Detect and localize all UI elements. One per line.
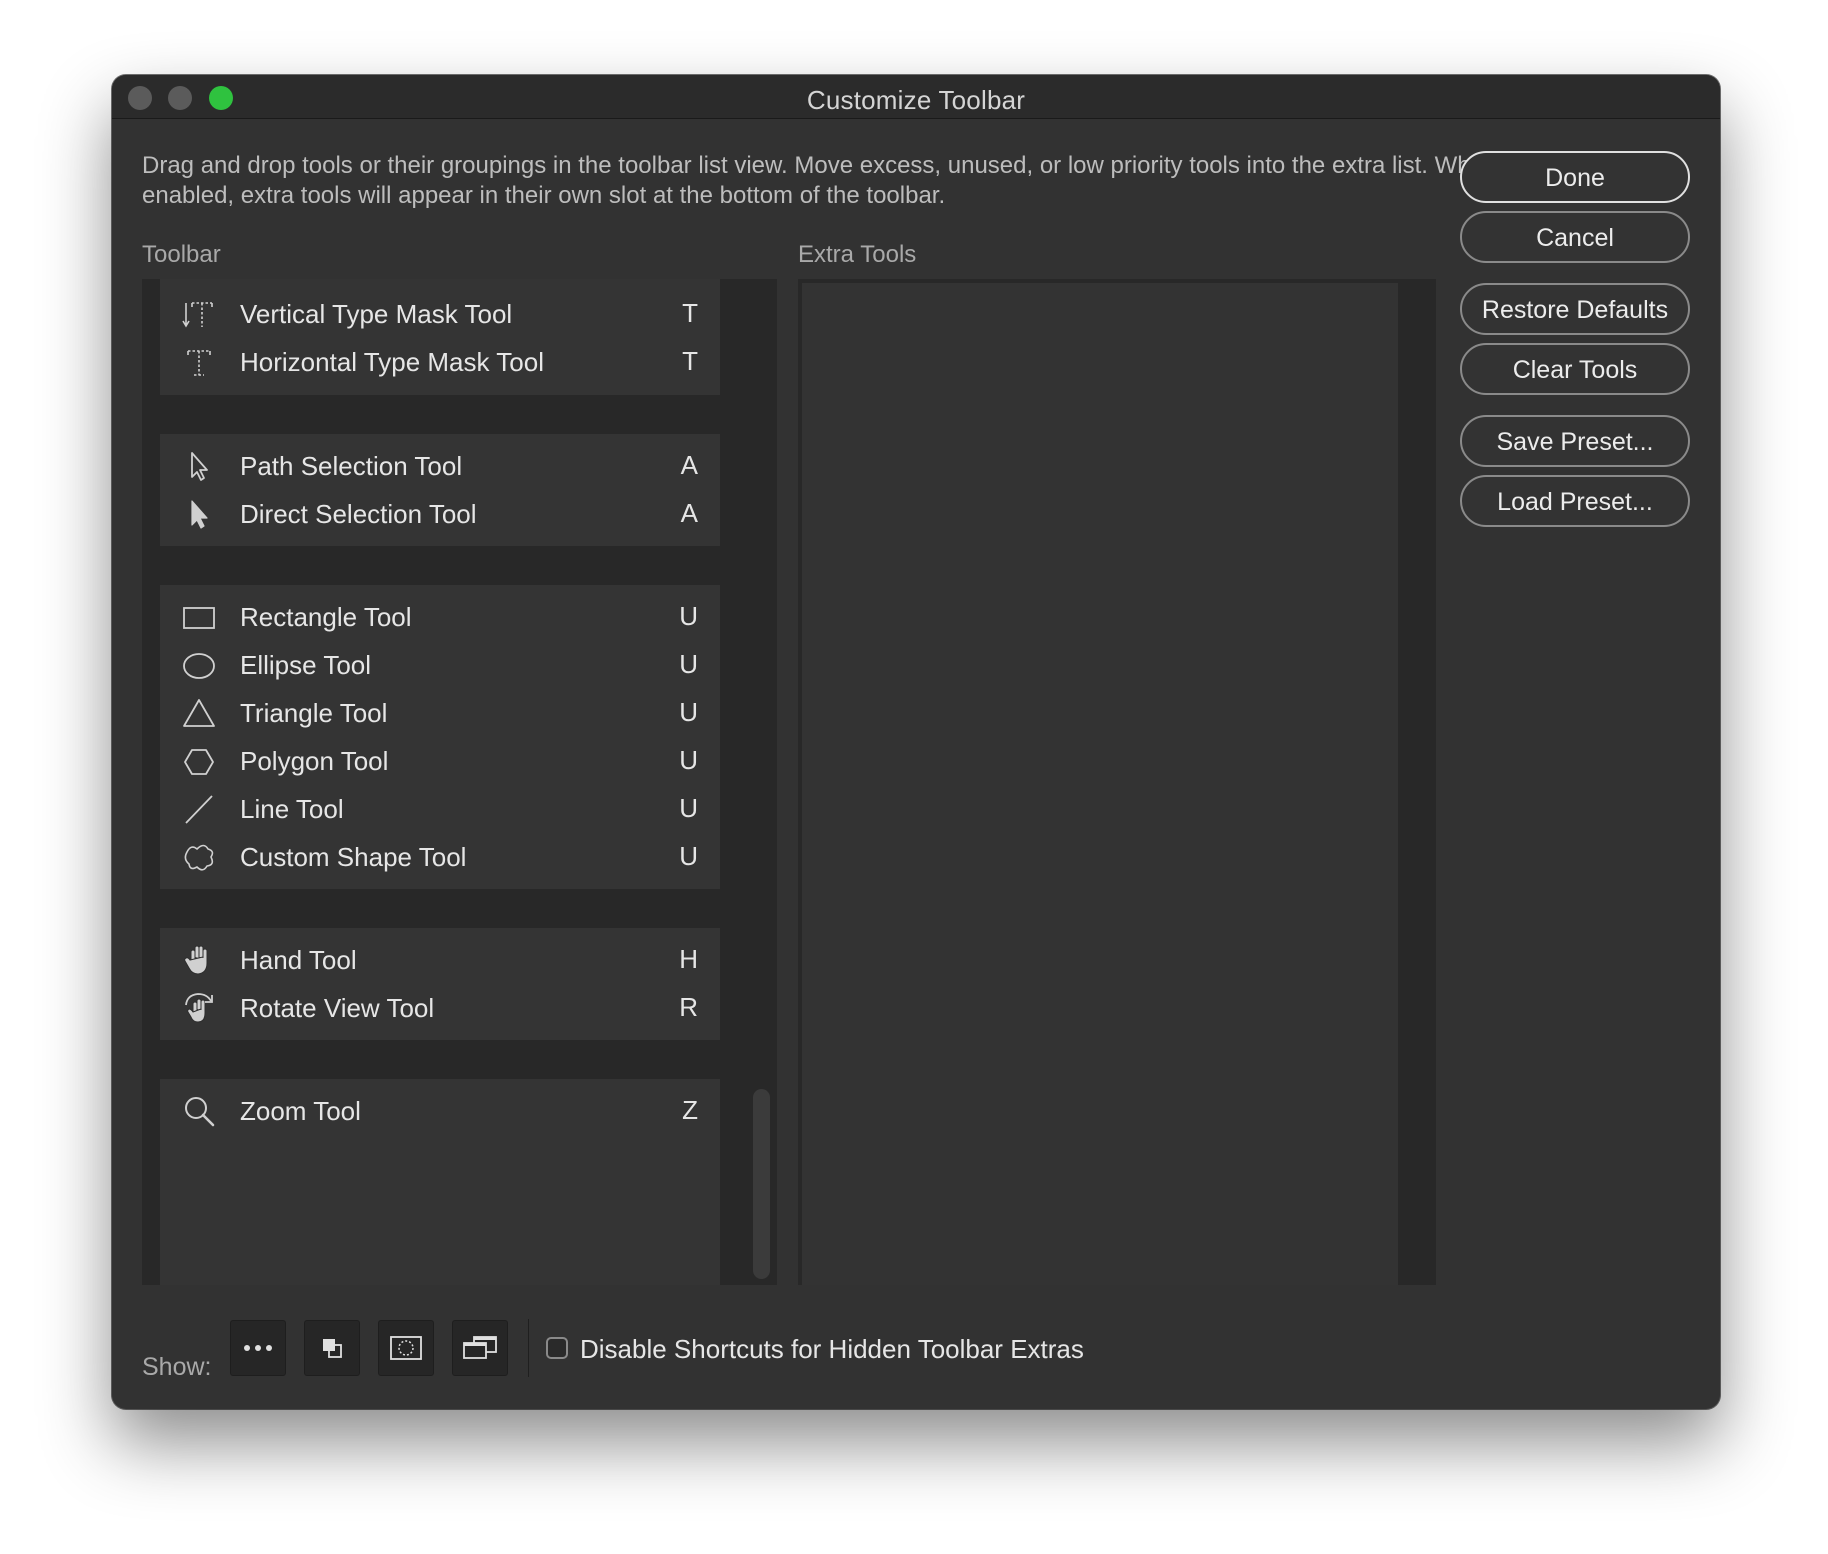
more-options-icon (244, 1345, 272, 1351)
tool-shortcut: A (680, 498, 698, 528)
load-preset-button[interactable]: Load Preset... (1460, 475, 1690, 527)
tool-row-rotate-view[interactable]: Rotate View Tool R (160, 979, 720, 1035)
tool-row-custom-shape[interactable]: Custom Shape Tool U (160, 828, 720, 884)
tool-name: Line Tool (240, 794, 344, 824)
line-icon (182, 792, 216, 826)
tool-shortcut: U (679, 841, 698, 871)
instructions-text: Drag and drop tools or their groupings i… (142, 152, 1498, 209)
tool-name: Triangle Tool (240, 698, 388, 728)
save-preset-button[interactable]: Save Preset... (1460, 415, 1690, 467)
rectangle-icon (182, 600, 216, 634)
tool-name: Ellipse Tool (240, 650, 372, 680)
quick-mask-toggle[interactable] (378, 1320, 434, 1376)
disable-shortcuts-checkbox[interactable] (546, 1337, 568, 1359)
toolbar-list-scrollbar[interactable] (753, 1089, 770, 1279)
tool-group-type-mask[interactable]: Vertical Type Mask Tool T Horizontal Typ… (160, 279, 720, 395)
tool-name: Rectangle Tool (240, 602, 412, 632)
tool-name: Horizontal Type Mask Tool (240, 347, 544, 377)
triangle-icon (182, 696, 216, 730)
tool-shortcut: T (682, 298, 698, 328)
tool-row-zoom[interactable]: Zoom Tool Z (160, 1082, 720, 1138)
tool-group-zoom[interactable]: Zoom Tool Z (160, 1079, 720, 1285)
tool-shortcut: T (682, 346, 698, 376)
tool-name: Vertical Type Mask Tool (240, 299, 513, 329)
tool-shortcut: H (679, 944, 698, 974)
tool-group-hand[interactable]: Hand Tool H Rotate View Tool R (160, 928, 720, 1040)
tool-group-path-selection[interactable]: Path Selection Tool A Direct Selection T… (160, 434, 720, 546)
customize-toolbar-dialog: Customize Toolbar Drag and drop tools or… (112, 75, 1720, 1409)
disable-shortcuts-label[interactable]: Disable Shortcuts for Hidden Toolbar Ext… (580, 1334, 1084, 1365)
screen-mode-toggle[interactable] (452, 1320, 508, 1376)
tool-shortcut: U (679, 745, 698, 775)
tool-name: Polygon Tool (240, 746, 389, 776)
clear-tools-button[interactable]: Clear Tools (1460, 343, 1690, 395)
tool-name: Zoom Tool (240, 1096, 361, 1126)
custom-shape-icon (182, 840, 216, 874)
cancel-button[interactable]: Cancel (1460, 211, 1690, 263)
quick-mask-icon (390, 1336, 422, 1360)
vertical-type-mask-icon (182, 297, 216, 331)
hand-icon (182, 943, 216, 977)
extra-tools-drop-area[interactable] (802, 283, 1398, 1285)
tool-name: Path Selection Tool (240, 451, 463, 481)
tool-shortcut: U (679, 649, 698, 679)
horizontal-type-mask-icon (182, 345, 216, 379)
foreground-background-toggle[interactable] (304, 1320, 360, 1376)
toolbar-column-label: Toolbar (142, 241, 221, 268)
title-bar: Customize Toolbar (112, 75, 1720, 119)
foreground-background-icon (323, 1339, 342, 1358)
window-title: Customize Toolbar (806, 85, 1026, 115)
zoom-icon (182, 1094, 216, 1128)
tool-shortcut: Z (682, 1095, 698, 1125)
ellipse-icon (182, 648, 216, 682)
tool-name: Direct Selection Tool (240, 499, 477, 529)
tool-shortcut: U (679, 601, 698, 631)
screen-mode-icon (463, 1336, 497, 1359)
rotate-view-icon (182, 991, 216, 1025)
toolbar-list[interactable]: Vertical Type Mask Tool T Horizontal Typ… (142, 279, 777, 1285)
footer-divider (528, 1319, 529, 1377)
tool-shortcut: A (680, 450, 698, 480)
tool-name: Custom Shape Tool (240, 842, 467, 872)
tool-row-direct-selection[interactable]: Direct Selection Tool A (160, 485, 720, 541)
extra-tools-column-label: Extra Tools (798, 241, 917, 268)
polygon-icon (182, 744, 216, 778)
direct-selection-icon (182, 497, 216, 531)
tool-name: Rotate View Tool (240, 993, 435, 1023)
tool-name: Hand Tool (240, 945, 357, 975)
tool-row-horizontal-type-mask[interactable]: Horizontal Type Mask Tool T (160, 333, 720, 389)
tool-shortcut: U (679, 697, 698, 727)
restore-defaults-button[interactable]: Restore Defaults (1460, 283, 1690, 335)
tool-group-shapes[interactable]: Rectangle Tool U Ellipse Tool U Triangle… (160, 585, 720, 889)
done-button[interactable]: Done (1460, 151, 1690, 203)
tool-shortcut: R (679, 992, 698, 1022)
more-options-toggle[interactable] (230, 1320, 286, 1376)
extra-tools-list[interactable] (798, 279, 1436, 1285)
tool-shortcut: U (679, 793, 698, 823)
path-selection-icon (182, 449, 216, 483)
show-label: Show: (142, 1353, 212, 1381)
